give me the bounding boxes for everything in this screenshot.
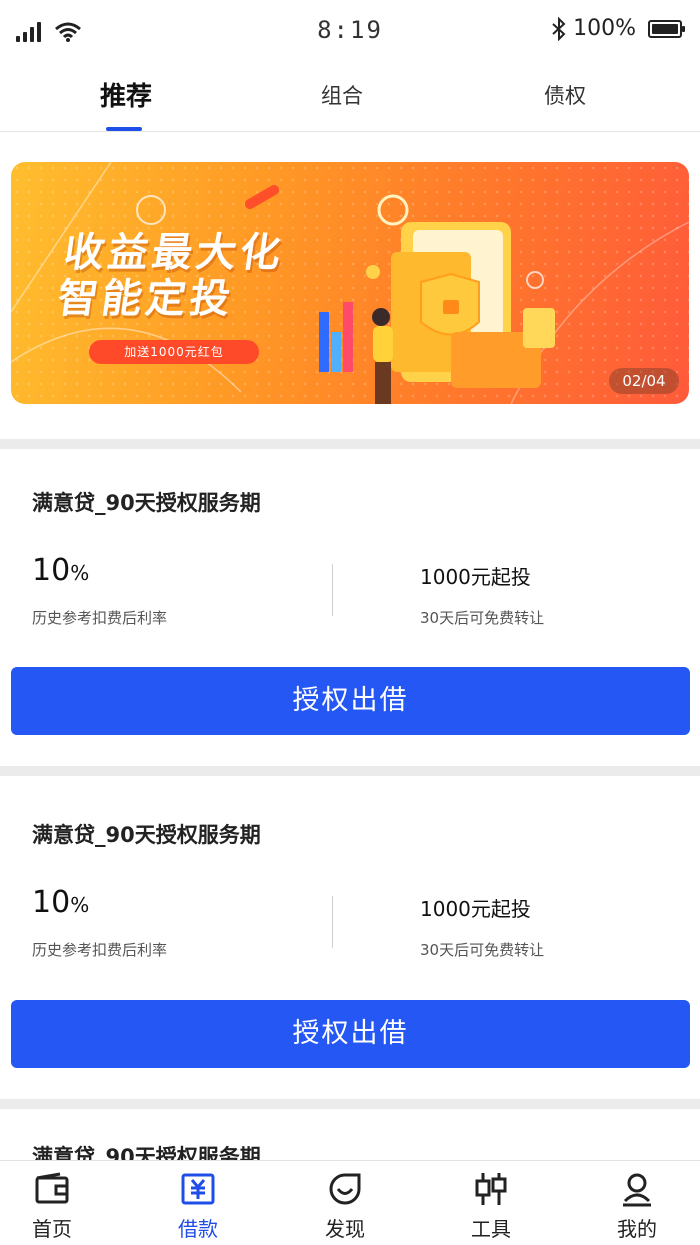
product-title[interactable]: 满意贷_90天授权服务期 xyxy=(32,487,261,517)
product-title[interactable]: 满意贷_90天授权服务期 xyxy=(32,819,261,849)
bottom-nav: 首页 借款 发现 工具 我的 xyxy=(0,1160,700,1245)
nav-label: 借款 xyxy=(178,1217,218,1241)
smile-icon xyxy=(329,1173,361,1205)
top-tabs: 推荐 组合 债权 xyxy=(0,62,700,132)
nav-label: 发现 xyxy=(325,1217,365,1241)
candlestick-icon xyxy=(475,1173,507,1205)
nav-home[interactable]: 首页 xyxy=(0,1161,122,1245)
transfer-note: 30天后可免费转让 xyxy=(420,609,545,627)
rate-unit: % xyxy=(70,561,90,585)
promo-banner[interactable]: 收益最大化 智能定投 加送1000元红包 02/04 xyxy=(11,162,689,404)
min-invest: 1000元起投 xyxy=(420,897,531,921)
nav-label: 我的 xyxy=(617,1217,657,1241)
status-right: 100% xyxy=(551,16,685,41)
bluetooth-icon xyxy=(552,16,566,41)
user-icon xyxy=(623,1173,651,1207)
nav-label: 首页 xyxy=(32,1217,72,1241)
section-divider xyxy=(0,1099,700,1109)
nav-label: 工具 xyxy=(471,1217,511,1241)
product-title[interactable]: 满意贷_90天授权服务期 xyxy=(32,1141,261,1160)
rate-number: 10 xyxy=(32,553,71,588)
battery-icon xyxy=(648,19,685,38)
wallet-icon xyxy=(35,1172,69,1204)
banner-title-line2: 智能定投 xyxy=(54,275,238,322)
product-card: 满意贷_90天授权服务期 xyxy=(0,1109,700,1160)
lend-button[interactable]: 授权出借 xyxy=(11,1000,690,1068)
rate-number: 10 xyxy=(32,885,71,920)
nav-tools[interactable]: 工具 xyxy=(421,1161,561,1245)
rate-label: 历史参考扣费后利率 xyxy=(32,941,168,959)
card-separator xyxy=(332,896,333,948)
product-card: 满意贷_90天授权服务期 10% 历史参考扣费后利率 1000元起投 30天后可… xyxy=(0,449,700,766)
nav-mine[interactable]: 我的 xyxy=(567,1161,700,1245)
lend-button[interactable]: 授权出借 xyxy=(11,667,690,735)
status-bar: 8:19 100% xyxy=(0,0,700,62)
banner-illustration xyxy=(319,194,555,404)
tab-recommend[interactable]: 推荐 xyxy=(66,76,186,113)
rate-value: 10% xyxy=(32,885,89,920)
banner-bonus-pill: 加送1000元红包 xyxy=(89,340,259,364)
tab-active-indicator xyxy=(106,127,142,131)
banner-page-indicator: 02/04 xyxy=(609,368,679,394)
banner-title-line1: 收益最大化 xyxy=(61,229,288,276)
section-divider xyxy=(0,439,700,449)
tab-portfolio[interactable]: 组合 xyxy=(282,80,402,110)
nav-discover[interactable]: 发现 xyxy=(275,1161,415,1245)
transfer-note: 30天后可免费转让 xyxy=(420,941,545,959)
tab-debt[interactable]: 债权 xyxy=(505,80,625,110)
rate-unit: % xyxy=(70,893,90,917)
nav-loan[interactable]: 借款 xyxy=(128,1161,268,1245)
battery-percent: 100% xyxy=(573,16,636,41)
card-separator xyxy=(332,564,333,616)
rate-label: 历史参考扣费后利率 xyxy=(32,609,168,627)
rate-value: 10% xyxy=(32,553,89,588)
min-invest: 1000元起投 xyxy=(420,565,531,589)
yuan-card-icon xyxy=(181,1173,215,1205)
banner-title: 收益最大化 智能定投 xyxy=(54,229,288,322)
product-card: 满意贷_90天授权服务期 10% 历史参考扣费后利率 1000元起投 30天后可… xyxy=(0,776,700,1099)
section-divider xyxy=(0,766,700,776)
